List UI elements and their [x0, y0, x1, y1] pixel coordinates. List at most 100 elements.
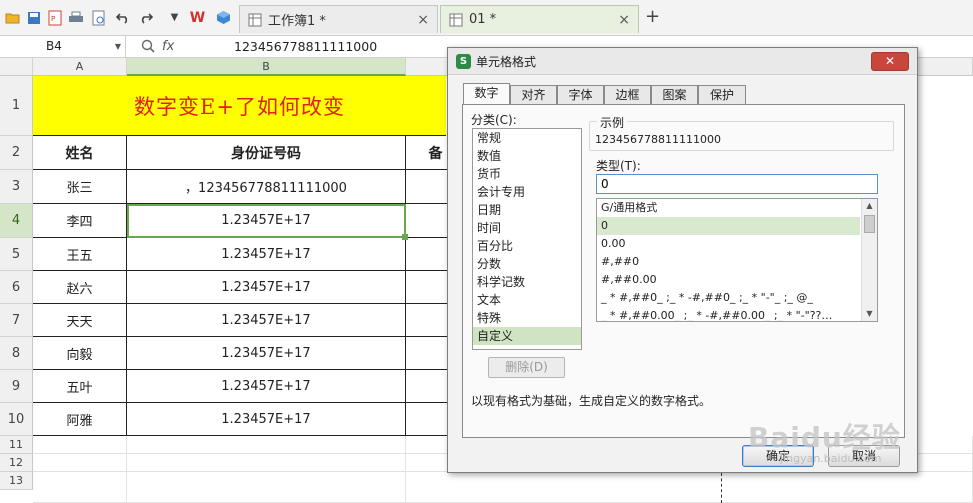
print-icon[interactable]	[67, 9, 84, 26]
id-cell[interactable]: 1.23457E+17	[127, 403, 406, 436]
row-header[interactable]: 6	[0, 271, 33, 304]
save-icon[interactable]	[25, 9, 42, 26]
tab-font[interactable]: 字体	[557, 85, 604, 105]
row-header[interactable]: 13	[0, 472, 33, 490]
list-item[interactable]: 分数	[473, 255, 581, 273]
list-item[interactable]: #,##0	[597, 253, 860, 271]
list-item[interactable]: 文本	[473, 291, 581, 309]
id-cell[interactable]: 1.23457E+17	[127, 271, 406, 304]
chevron-down-icon[interactable]: ▼	[862, 307, 877, 321]
redo-icon[interactable]	[137, 9, 154, 26]
sheet-title-cell[interactable]: 数字变E+了如何改变	[33, 76, 446, 136]
list-item[interactable]: 会计专用	[473, 183, 581, 201]
row-header[interactable]: 12	[0, 454, 33, 472]
format-code-list[interactable]: G/通用格式 0 0.00 #,##0 #,##0.00 _ * #,##0_ …	[596, 198, 878, 322]
cube-icon[interactable]	[215, 9, 232, 26]
header-name-cell[interactable]: 姓名	[33, 136, 127, 170]
format-list-scrollbar[interactable]: ▲ ▼	[861, 199, 877, 321]
fx-icon[interactable]: fx	[162, 36, 174, 57]
formula-input[interactable]: 123456778811111000	[234, 36, 377, 57]
tab-border[interactable]: 边框	[604, 85, 651, 105]
empty-cell[interactable]	[33, 472, 127, 503]
row-header[interactable]: 3	[0, 170, 33, 204]
export-pdf-icon[interactable]: P	[46, 9, 63, 26]
tab-workbook1[interactable]: 工作簿1 * ×	[239, 5, 438, 33]
name-cell[interactable]: 张三	[33, 170, 127, 204]
open-folder-icon[interactable]	[4, 9, 21, 26]
name-cell[interactable]: 王五	[33, 238, 127, 271]
id-cell[interactable]: ，123456778811111000	[127, 170, 406, 204]
id-cell[interactable]: 1.23457E+17	[127, 337, 406, 370]
custom-format-description: 以现有格式为基础，生成自定义的数字格式。	[471, 394, 712, 408]
list-item-selected[interactable]: 自定义	[473, 327, 581, 345]
list-item[interactable]: _ * #,##0_ ;_ * -#,##0_ ;_ * "-"_ ;_ @_	[597, 289, 860, 307]
name-cell[interactable]: 阿雅	[33, 403, 127, 436]
type-label: 类型(T):	[596, 159, 641, 173]
close-button[interactable]: ✕	[871, 52, 909, 71]
id-cell[interactable]: 1.23457E+17	[127, 238, 406, 271]
row-header[interactable]: 5	[0, 238, 33, 271]
name-box[interactable]: B4 ▼	[0, 36, 126, 57]
chevron-down-icon[interactable]: ▼	[115, 36, 121, 57]
list-item[interactable]: #,##0.00	[597, 271, 860, 289]
column-header-a[interactable]: A	[33, 58, 127, 76]
row-header[interactable]: 8	[0, 337, 33, 370]
empty-cell[interactable]	[406, 472, 973, 503]
more-icon[interactable]: ▼	[166, 9, 183, 26]
id-cell[interactable]: 1.23457E+17	[127, 370, 406, 403]
row-header[interactable]: 11	[0, 436, 33, 454]
list-item[interactable]: 日期	[473, 201, 581, 219]
category-list[interactable]: 常规 数值 货币 会计专用 日期 时间 百分比 分数 科学记数 文本 特殊 自定…	[472, 128, 582, 350]
name-cell[interactable]: 五叶	[33, 370, 127, 403]
tab-pattern[interactable]: 图案	[651, 85, 698, 105]
list-item[interactable]: 常规	[473, 129, 581, 147]
list-item[interactable]: 百分比	[473, 237, 581, 255]
wps-logo-icon[interactable]: W	[189, 9, 206, 26]
tab-01[interactable]: 01 * ×	[440, 5, 639, 33]
header-id-cell[interactable]: 身份证号码	[127, 136, 406, 170]
row-header[interactable]: 9	[0, 370, 33, 403]
dialog-title-bar[interactable]: S 单元格格式 ✕	[448, 48, 917, 75]
fill-handle[interactable]	[402, 234, 408, 240]
type-input[interactable]	[596, 174, 878, 194]
list-item[interactable]: 数值	[473, 147, 581, 165]
empty-cell[interactable]	[127, 472, 406, 503]
scrollbar-thumb[interactable]	[864, 215, 875, 233]
id-cell[interactable]: 1.23457E+17	[127, 304, 406, 337]
tab-protection[interactable]: 保护	[698, 85, 746, 105]
name-cell[interactable]: 向毅	[33, 337, 127, 370]
list-item[interactable]: 特殊	[473, 309, 581, 327]
undo-icon[interactable]	[114, 9, 131, 26]
list-item[interactable]: 货币	[473, 165, 581, 183]
list-item[interactable]: _ * #,##0.00_ ;_ * -#,##0.00_ ;_ * "-"??…	[597, 307, 860, 321]
dialog-title: 单元格格式	[476, 54, 537, 69]
zoom-formula-icon[interactable]	[141, 39, 155, 56]
name-cell[interactable]: 赵六	[33, 271, 127, 304]
list-item[interactable]: 科学记数	[473, 273, 581, 291]
column-header-b[interactable]: B	[127, 58, 406, 76]
row-header[interactable]: 4	[0, 204, 33, 238]
empty-cell[interactable]	[33, 454, 127, 472]
row-header[interactable]: 7	[0, 304, 33, 337]
tab-number[interactable]: 数字	[463, 83, 510, 106]
chevron-up-icon[interactable]: ▲	[862, 199, 877, 213]
list-item-selected[interactable]: 0	[597, 217, 860, 235]
row-header[interactable]: 10	[0, 403, 33, 436]
empty-cell[interactable]	[127, 454, 406, 472]
select-all-corner[interactable]	[0, 58, 33, 76]
list-item[interactable]: 时间	[473, 219, 581, 237]
list-item[interactable]: 0.00	[597, 235, 860, 253]
tab-alignment[interactable]: 对齐	[510, 85, 557, 105]
name-cell[interactable]: 李四	[33, 204, 127, 238]
row-header[interactable]: 1	[0, 76, 33, 136]
print-preview-icon[interactable]	[90, 9, 107, 26]
empty-cell[interactable]	[33, 436, 127, 454]
new-tab-button[interactable]: +	[644, 7, 661, 25]
tab-close-icon[interactable]: ×	[417, 12, 429, 28]
empty-cell[interactable]	[127, 436, 406, 454]
row-header[interactable]: 2	[0, 136, 33, 170]
tab-close-icon[interactable]: ×	[618, 12, 630, 28]
list-item[interactable]: G/通用格式	[597, 199, 860, 217]
delete-button[interactable]: 删除(D)	[488, 357, 565, 378]
name-cell[interactable]: 天天	[33, 304, 127, 337]
